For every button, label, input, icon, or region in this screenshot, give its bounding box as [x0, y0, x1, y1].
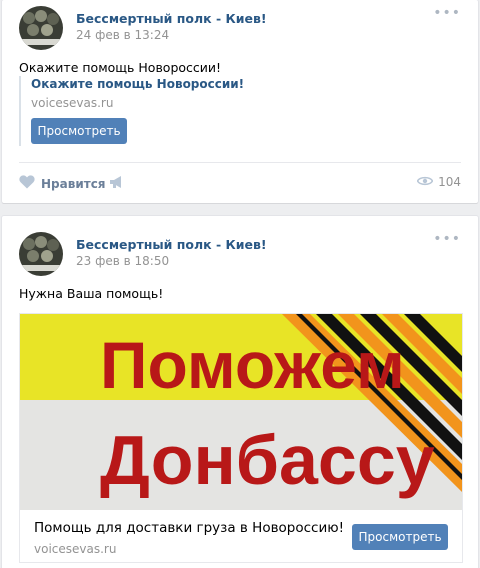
post-actions: Нравится 104 [19, 175, 461, 191]
views-counter: 104 [416, 175, 461, 189]
link-domain: voicesevas.ru [31, 96, 114, 110]
banner-word-1: Поможем [100, 328, 405, 402]
more-dots-icon[interactable]: ••• [433, 232, 461, 246]
link-title[interactable]: Окажите помощь Новороссии! [31, 77, 459, 91]
banner-word-2: Донбассу [100, 421, 435, 499]
share-button[interactable] [109, 175, 125, 192]
post-author[interactable]: Бессмертный полк - Киев! [76, 237, 267, 252]
heart-icon [19, 175, 35, 192]
snippet-domain: voicesevas.ru [34, 542, 117, 556]
post-author[interactable]: Бессмертный полк - Киев! [76, 11, 267, 26]
post-card: Бессмертный полк - Киев! 23 фев в 18:50 … [2, 216, 478, 568]
snippet-title[interactable]: Помощь для доставки груза в Новороссию! [34, 520, 344, 536]
post-date[interactable]: 24 фев в 13:24 [76, 28, 169, 42]
snippet-image[interactable]: Поможем Донбассу [20, 314, 462, 510]
view-button[interactable]: Просмотреть [352, 524, 448, 550]
like-label: Нравится [41, 176, 106, 191]
post-text: Нужна Ваша помощь! [19, 286, 164, 301]
post-date[interactable]: 23 фев в 18:50 [76, 254, 169, 268]
link-attachment: Окажите помощь Новороссии! voicesevas.ru… [19, 76, 459, 146]
like-button[interactable]: Нравится [19, 175, 106, 192]
post-card: Бессмертный полк - Киев! 24 фев в 13:24 … [2, 0, 478, 203]
more-dots-icon[interactable]: ••• [433, 6, 461, 20]
views-count: 104 [438, 175, 461, 189]
eye-icon [416, 175, 434, 189]
view-button[interactable]: Просмотреть [31, 118, 127, 144]
post-text: Окажите помощь Новороссии! [19, 60, 222, 75]
link-snippet[interactable]: Поможем Донбассу Помощь для доставки гру… [19, 313, 463, 563]
avatar[interactable] [19, 6, 63, 50]
divider [19, 162, 461, 163]
megaphone-icon [109, 176, 125, 192]
avatar[interactable] [19, 232, 63, 276]
